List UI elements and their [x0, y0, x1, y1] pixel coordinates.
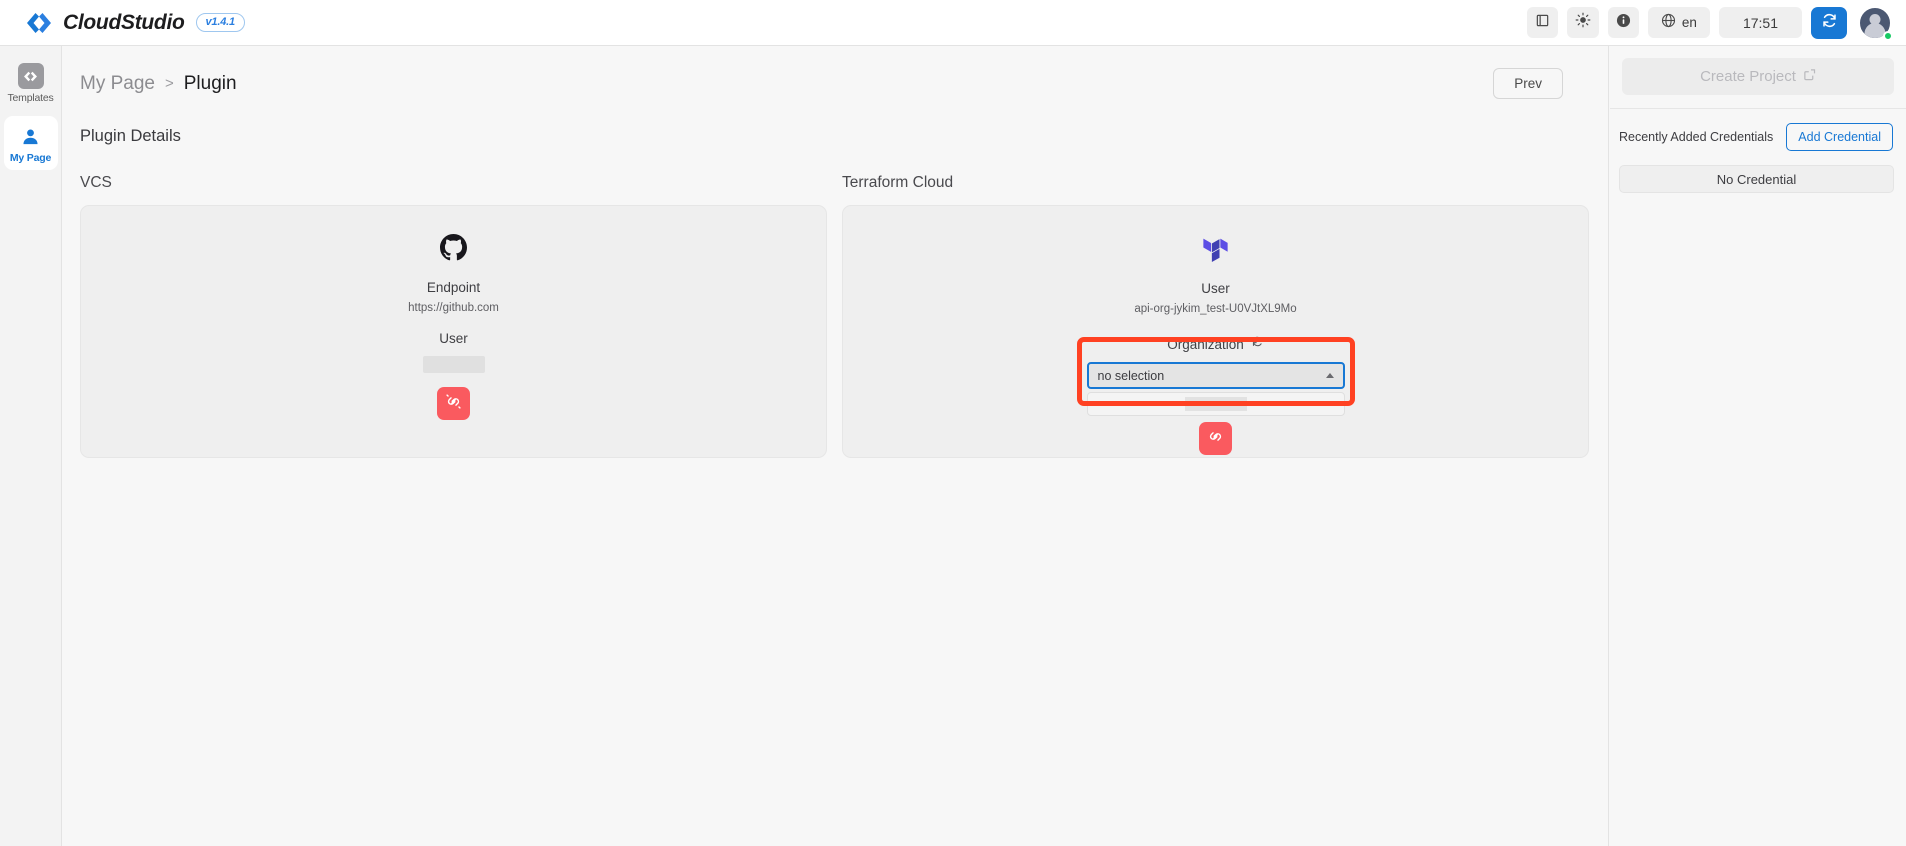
vcs-user-label: User — [439, 331, 468, 346]
vcs-card: Endpoint https://github.com User — [80, 205, 827, 458]
breadcrumb-current: Plugin — [184, 73, 237, 95]
organization-row: Organization — [1167, 335, 1264, 353]
breadcrumb-parent[interactable]: My Page — [80, 73, 155, 95]
terraform-panel: Terraform Cloud User api-org-jykim_test-… — [842, 174, 1589, 458]
code-brackets-logo — [26, 11, 52, 35]
online-status-dot — [1883, 31, 1893, 41]
code-brackets-icon — [18, 63, 44, 89]
right-panel: Create Project Recently Added Credential… — [1610, 46, 1906, 846]
create-project-button[interactable]: Create Project — [1622, 58, 1894, 95]
page-title: Plugin Details — [62, 99, 1608, 146]
add-credential-button[interactable]: Add Credential — [1786, 123, 1893, 151]
create-project-label: Create Project — [1700, 68, 1796, 85]
organization-label: Organization — [1167, 337, 1244, 352]
organization-select-value: no selection — [1098, 369, 1165, 383]
left-sidebar: Templates My Page — [0, 46, 62, 846]
dropdown-option-skeleton[interactable] — [1185, 397, 1247, 411]
sidebar-item-label: My Page — [4, 152, 58, 164]
version-badge: v1.4.1 — [196, 13, 245, 32]
organization-select-wrapper: no selection — [1087, 362, 1345, 416]
terraform-panel-label: Terraform Cloud — [842, 174, 1589, 192]
caret-up-icon — [1326, 373, 1334, 378]
clock-label: 17:51 — [1727, 15, 1794, 31]
refresh-button[interactable] — [1811, 7, 1847, 39]
unlink-icon — [445, 393, 462, 415]
globe-icon — [1661, 13, 1676, 33]
organization-select[interactable]: no selection — [1087, 362, 1345, 389]
clock: 17:51 — [1719, 7, 1802, 38]
no-credential-empty-state: No Credential — [1619, 165, 1894, 193]
main-content: My Page > Plugin Prev Plugin Details VCS… — [62, 46, 1609, 846]
plugin-panels: VCS Endpoint https://github.com User — [62, 146, 1608, 458]
terraform-icon — [1203, 234, 1228, 267]
unlink-icon — [1207, 428, 1224, 450]
vcs-unlink-button[interactable] — [437, 387, 470, 420]
organization-dropdown-list[interactable] — [1087, 392, 1345, 416]
terraform-unlink-button[interactable] — [1199, 422, 1232, 455]
top-actions: en 17:51 — [1527, 6, 1892, 40]
breadcrumb: My Page > Plugin — [80, 73, 237, 95]
prev-button[interactable]: Prev — [1493, 68, 1563, 99]
crumb-bar: My Page > Plugin Prev — [62, 46, 1608, 99]
refresh-icon[interactable] — [1251, 335, 1264, 353]
brand: CloudStudio v1.4.1 — [26, 11, 245, 35]
book-icon — [1535, 13, 1550, 33]
info-button[interactable] — [1608, 7, 1639, 38]
terraform-user-value: api-org-jykim_test-U0VJtXL9Mo — [1134, 303, 1296, 315]
sidebar-item-templates[interactable]: Templates — [4, 56, 58, 110]
vcs-user-value-skeleton — [423, 356, 485, 373]
external-link-icon — [1803, 68, 1816, 85]
brand-name: CloudStudio — [63, 11, 185, 35]
info-icon — [1616, 13, 1631, 33]
vcs-endpoint-label: Endpoint — [427, 280, 480, 295]
credentials-header: Recently Added Credentials Add Credentia… — [1610, 108, 1906, 151]
vcs-panel-label: VCS — [80, 174, 827, 192]
vcs-panel: VCS Endpoint https://github.com User — [80, 174, 827, 458]
credentials-title: Recently Added Credentials — [1619, 130, 1773, 144]
person-icon — [18, 123, 44, 149]
terraform-user-label: User — [1201, 281, 1230, 296]
github-icon — [440, 234, 467, 266]
manual-button[interactable] — [1527, 7, 1558, 38]
sidebar-item-label: Templates — [4, 92, 58, 104]
top-bar: CloudStudio v1.4.1 — [0, 0, 1906, 46]
language-selector[interactable]: en — [1648, 7, 1710, 38]
sidebar-item-my-page[interactable]: My Page — [4, 116, 58, 170]
avatar[interactable] — [1858, 6, 1892, 40]
terraform-card: User api-org-jykim_test-U0VJtXL9Mo Organ… — [842, 205, 1589, 458]
breadcrumb-separator: > — [165, 75, 174, 92]
vcs-endpoint-value: https://github.com — [408, 302, 499, 314]
sun-icon — [1575, 12, 1591, 33]
theme-toggle-button[interactable] — [1567, 7, 1599, 38]
refresh-icon — [1821, 12, 1838, 34]
language-label: en — [1682, 15, 1697, 30]
